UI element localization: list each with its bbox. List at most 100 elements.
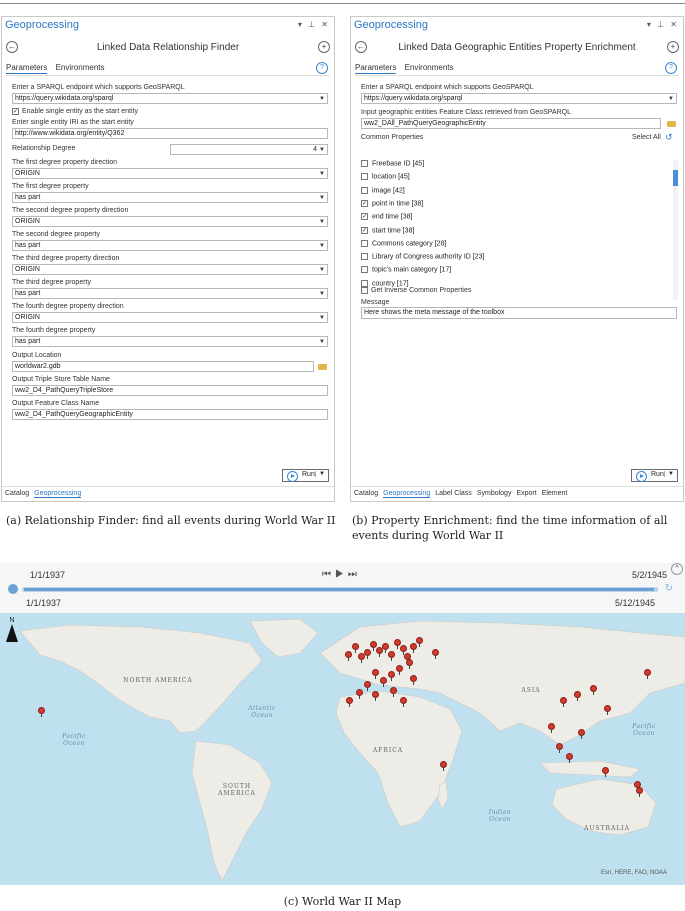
property-list-item[interactable]: Commons category [28] — [361, 239, 446, 252]
event-marker-pin[interactable] — [556, 743, 563, 753]
folder-icon[interactable] — [667, 121, 676, 127]
property-checkbox[interactable]: ✓ — [361, 226, 368, 234]
event-marker-pin[interactable] — [372, 691, 379, 701]
event-marker-pin[interactable] — [636, 787, 643, 797]
property-checkbox[interactable] — [361, 266, 368, 274]
event-marker-pin[interactable] — [345, 651, 352, 661]
folder-icon[interactable] — [318, 364, 327, 370]
enable-single-entity-checkbox[interactable]: ✓ — [12, 108, 19, 115]
event-marker-pin[interactable] — [410, 643, 417, 653]
endpoint-select[interactable]: https://query.wikidata.org/sparql ▼ — [12, 93, 328, 104]
event-marker-pin[interactable] — [590, 685, 597, 695]
collapse-icon[interactable]: ^ — [671, 563, 683, 575]
property-list-item[interactable]: image [42] — [361, 186, 405, 199]
input-fc-select[interactable]: ww2_DAll_PathQueryGeographicEntity — [361, 118, 661, 129]
run-button[interactable]: Run ▼ — [282, 469, 329, 482]
event-marker-pin[interactable] — [602, 767, 609, 777]
d2-property-select[interactable]: has part ▼ — [12, 240, 328, 251]
chevron-down-icon[interactable]: ▼ — [315, 471, 325, 477]
window-controls[interactable]: ▾ ⊥ ✕ — [298, 20, 330, 29]
time-slider-range[interactable] — [24, 588, 654, 591]
tab-geoprocessing[interactable]: Geoprocessing — [383, 490, 431, 498]
d4-property-select[interactable]: has part ▼ — [12, 336, 328, 347]
d3-property-select[interactable]: has part ▼ — [12, 288, 328, 299]
event-marker-pin[interactable] — [370, 641, 377, 651]
tab-geoprocessing[interactable]: Geoprocessing — [34, 490, 82, 498]
d3-direction-select[interactable]: ORIGIN ▼ — [12, 264, 328, 275]
clock-icon[interactable] — [8, 584, 18, 594]
tab-export[interactable]: Export — [516, 490, 536, 497]
event-marker-pin[interactable] — [388, 651, 395, 661]
window-controls[interactable]: ▾ ⊥ ✕ — [647, 20, 679, 29]
event-marker-pin[interactable] — [364, 649, 371, 659]
event-marker-pin[interactable] — [548, 723, 555, 733]
property-list-item[interactable]: ✓ point in time [38] — [361, 199, 423, 212]
event-marker-pin[interactable] — [566, 753, 573, 763]
tab-symbology[interactable]: Symbology — [477, 490, 512, 497]
property-checkbox[interactable] — [361, 173, 368, 181]
event-marker-pin[interactable] — [432, 649, 439, 659]
property-checkbox[interactable] — [361, 186, 368, 194]
property-list-item[interactable]: ✓ end time [38] — [361, 213, 412, 225]
tab-parameters[interactable]: Parameters — [6, 63, 48, 74]
d1-property-select[interactable]: has part ▼ — [12, 192, 328, 203]
basemap[interactable]: N NORTH AMERICA SOUTH AMERICA ASIA AFRIC… — [0, 613, 685, 885]
common-properties-list[interactable]: Freebase ID [45] location [45] image [42] ✓… — [361, 160, 678, 300]
run-button[interactable]: Run ▼ — [631, 469, 678, 482]
event-marker-pin[interactable] — [388, 671, 395, 681]
property-list-item[interactable]: Library of Congress authority ID [23] — [361, 253, 484, 265]
event-marker-pin[interactable] — [400, 645, 407, 655]
event-marker-pin[interactable] — [410, 675, 417, 685]
property-list-item[interactable]: ✓ start time [38] — [361, 226, 414, 239]
help-icon[interactable]: ? — [665, 62, 677, 74]
property-checkbox[interactable] — [361, 239, 368, 247]
scrollbar[interactable] — [673, 160, 678, 300]
add-icon[interactable]: + — [667, 41, 679, 53]
entity-iri-input[interactable]: http://www.wikidata.org/entity/Q362 — [12, 128, 328, 139]
scrollbar-thumb[interactable] — [673, 170, 678, 186]
tab-catalog[interactable]: Catalog — [5, 490, 29, 497]
tab-environments[interactable]: Environments — [405, 63, 454, 72]
event-marker-pin[interactable] — [346, 697, 353, 707]
playback-controls-icon[interactable]: ⏮▶⏭ — [322, 569, 361, 580]
event-marker-pin[interactable] — [380, 677, 387, 687]
event-marker-pin[interactable] — [560, 697, 567, 707]
event-marker-pin[interactable] — [604, 705, 611, 715]
inverse-properties-checkbox[interactable] — [361, 287, 368, 294]
tab-element[interactable]: Element — [542, 490, 568, 497]
event-marker-pin[interactable] — [440, 761, 447, 771]
event-marker-pin[interactable] — [644, 669, 651, 679]
property-checkbox[interactable] — [361, 253, 368, 261]
time-slider[interactable]: 1/1/1937 5/2/1945 ⏮▶⏭ ^ ↻ 1/1/1937 5/12/… — [0, 563, 685, 613]
event-marker-pin[interactable] — [372, 669, 379, 679]
event-marker-pin[interactable] — [416, 637, 423, 647]
event-marker-pin[interactable] — [396, 665, 403, 675]
output-fc-input[interactable]: ww2_D4_PathQueryGeographicEntity — [12, 409, 328, 420]
event-marker-pin[interactable] — [352, 643, 359, 653]
event-marker-pin[interactable] — [406, 659, 413, 669]
event-marker-pin[interactable] — [578, 729, 585, 739]
event-marker-pin[interactable] — [394, 639, 401, 649]
tab-catalog[interactable]: Catalog — [354, 490, 378, 497]
add-icon[interactable]: + — [318, 41, 330, 53]
output-location-input[interactable]: worldwar2.gdb — [12, 361, 314, 372]
d2-direction-select[interactable]: ORIGIN ▼ — [12, 216, 328, 227]
event-marker-pin[interactable] — [382, 643, 389, 653]
help-icon[interactable]: ? — [316, 62, 328, 74]
property-list-item[interactable]: location [45] — [361, 173, 410, 185]
tab-environments[interactable]: Environments — [56, 63, 105, 72]
repeat-icon[interactable]: ↻ — [665, 583, 673, 594]
property-list-item[interactable]: topic's main category [17] — [361, 266, 451, 278]
property-checkbox[interactable] — [361, 160, 368, 167]
event-marker-pin[interactable] — [364, 681, 371, 691]
property-list-item[interactable]: Freebase ID [45] — [361, 160, 424, 172]
event-marker-pin[interactable] — [574, 691, 581, 701]
tab-label-class[interactable]: Label Class — [435, 490, 472, 497]
property-checkbox[interactable]: ✓ — [361, 213, 368, 221]
property-checkbox[interactable] — [361, 279, 368, 287]
endpoint-select[interactable]: https://query.wikidata.org/sparql ▼ — [361, 93, 677, 104]
event-marker-pin[interactable] — [356, 689, 363, 699]
time-slider-track[interactable] — [22, 587, 658, 592]
output-triple-input[interactable]: ww2_D4_PathQueryTripleStore — [12, 385, 328, 396]
select-all-link[interactable]: Select All — [632, 134, 661, 141]
